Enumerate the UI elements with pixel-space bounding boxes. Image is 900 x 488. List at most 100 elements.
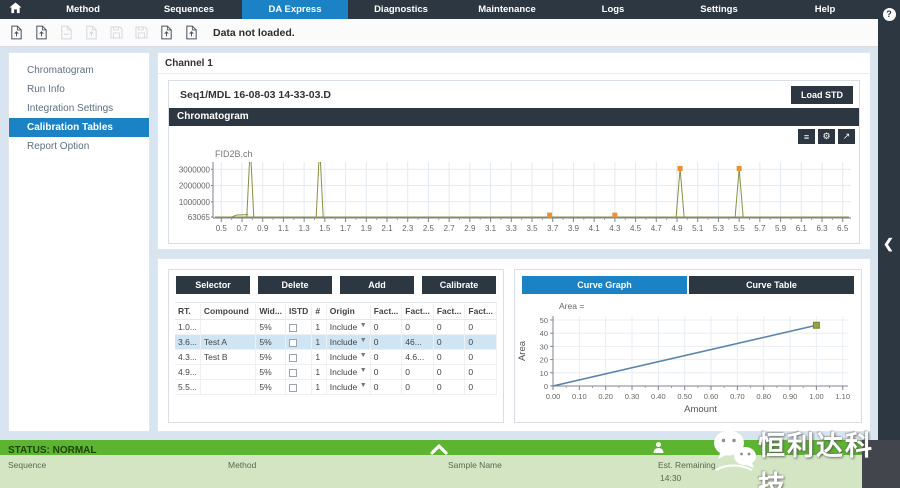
table-row[interactable]: 5.5...5%1Include▼0000 [175, 380, 497, 395]
chevron-down-icon[interactable]: ▼ [360, 352, 367, 359]
factor-cell-1[interactable]: 0 [370, 350, 402, 365]
tab-settings[interactable]: Settings [666, 0, 772, 19]
factor-cell-3[interactable]: 0 [433, 320, 465, 335]
tab-logs[interactable]: Logs [560, 0, 666, 19]
table-row[interactable]: 1.0...5%1Include▼0000 [175, 320, 497, 335]
delete-button[interactable]: Delete [258, 276, 332, 294]
tab-da-express[interactable]: DA Express [242, 0, 348, 19]
factor-cell-1[interactable]: 0 [370, 320, 402, 335]
factor-cell-4[interactable]: 0 [465, 380, 497, 395]
width-cell[interactable]: 5% [256, 350, 286, 365]
factor-cell-2[interactable]: 46... [402, 335, 434, 350]
svg-text:0.10: 0.10 [572, 392, 587, 401]
factor-cell-1[interactable]: 0 [370, 365, 402, 380]
add-button[interactable]: Add [340, 276, 414, 294]
width-cell[interactable]: 5% [256, 320, 286, 335]
svg-text:10: 10 [540, 369, 548, 378]
rt-cell[interactable]: 5.5... [175, 380, 200, 395]
calibration-table: RT.CompoundWid...ISTD#OriginFact...Fact.… [175, 302, 497, 395]
settings-gear-icon[interactable]: ⚙ [818, 129, 835, 144]
sidebar-item-integration-settings[interactable]: Integration Settings [9, 99, 149, 118]
svg-text:3.3: 3.3 [506, 224, 518, 233]
sidebar-item-run-info[interactable]: Run Info [9, 80, 149, 99]
istd-checkbox[interactable] [289, 369, 297, 377]
import-std-icon[interactable] [158, 24, 175, 41]
compound-cell[interactable]: Test A [200, 335, 255, 350]
origin-cell[interactable]: Include▼ [326, 335, 370, 350]
num-cell[interactable]: 1 [312, 320, 326, 335]
svg-text:0.7: 0.7 [236, 224, 248, 233]
num-cell[interactable]: 1 [312, 335, 326, 350]
chevron-down-icon[interactable]: ▼ [360, 382, 367, 389]
calibrate-button[interactable]: Calibrate [422, 276, 496, 294]
table-row[interactable]: 4.9...5%1Include▼0000 [175, 365, 497, 380]
width-cell[interactable]: 5% [256, 365, 286, 380]
selector-button[interactable]: Selector [176, 276, 250, 294]
rt-cell[interactable]: 4.3... [175, 350, 200, 365]
istd-checkbox[interactable] [289, 384, 297, 392]
compound-cell[interactable]: Test B [200, 350, 255, 365]
factor-cell-3[interactable]: 0 [433, 350, 465, 365]
open-data-icon[interactable] [8, 24, 25, 41]
factor-cell-4[interactable]: 0 [465, 350, 497, 365]
tab-diagnostics[interactable]: Diagnostics [348, 0, 454, 19]
istd-checkbox[interactable] [289, 354, 297, 362]
svg-text:1.3: 1.3 [299, 224, 311, 233]
num-cell[interactable]: 1 [312, 350, 326, 365]
tab-method[interactable]: Method [30, 0, 136, 19]
rt-cell[interactable]: 1.0... [175, 320, 200, 335]
collapse-panel-icon[interactable]: ❮ [883, 236, 894, 252]
origin-cell[interactable]: Include▼ [326, 380, 370, 395]
chevron-down-icon[interactable]: ▼ [360, 322, 367, 329]
open-sequence-icon[interactable] [33, 24, 50, 41]
width-cell[interactable]: 5% [256, 335, 286, 350]
factor-cell-3[interactable]: 0 [433, 335, 465, 350]
home-button[interactable] [0, 0, 30, 19]
chevron-down-icon[interactable]: ▼ [360, 337, 367, 344]
rt-cell[interactable]: 3.6... [175, 335, 200, 350]
rt-cell[interactable]: 4.9... [175, 365, 200, 380]
table-row[interactable]: 4.3...Test B5%1Include▼04.6...00 [175, 350, 497, 365]
origin-cell[interactable]: Include▼ [326, 350, 370, 365]
sidebar-item-report-option[interactable]: Report Option [9, 137, 149, 156]
status-field-est-remaining: Est. Remaining [658, 460, 716, 470]
tab-curve-graph[interactable]: Curve Graph [522, 276, 687, 294]
sidebar-item-calibration-tables[interactable]: Calibration Tables [9, 118, 149, 137]
svg-text:0: 0 [544, 382, 548, 391]
num-cell[interactable]: 1 [312, 365, 326, 380]
factor-cell-3[interactable]: 0 [433, 365, 465, 380]
import-report-icon[interactable] [183, 24, 200, 41]
factor-cell-2[interactable]: 0 [402, 380, 434, 395]
load-std-button[interactable]: Load STD [791, 86, 853, 104]
svg-text:5.9: 5.9 [775, 224, 787, 233]
tab-curve-table[interactable]: Curve Table [689, 276, 854, 294]
factor-cell-4[interactable]: 0 [465, 335, 497, 350]
compound-cell[interactable] [200, 365, 255, 380]
width-cell[interactable]: 5% [256, 380, 286, 395]
menu-icon[interactable]: ≡ [798, 129, 815, 144]
compound-cell[interactable] [200, 320, 255, 335]
factor-cell-2[interactable]: 0 [402, 365, 434, 380]
right-edge-strip: ? ❮ [878, 0, 900, 440]
compound-cell[interactable] [200, 380, 255, 395]
expand-icon[interactable]: ↗ [838, 129, 855, 144]
factor-cell-3[interactable]: 0 [433, 380, 465, 395]
factor-cell-1[interactable]: 0 [370, 335, 402, 350]
sidebar-item-chromatogram[interactable]: Chromatogram [9, 61, 149, 80]
factor-cell-2[interactable]: 0 [402, 320, 434, 335]
help-icon[interactable]: ? [883, 8, 896, 21]
istd-checkbox[interactable] [289, 324, 297, 332]
factor-cell-1[interactable]: 0 [370, 380, 402, 395]
table-row[interactable]: 3.6...Test A5%1Include▼046...00 [175, 335, 497, 350]
factor-cell-4[interactable]: 0 [465, 365, 497, 380]
istd-checkbox[interactable] [289, 339, 297, 347]
origin-cell[interactable]: Include▼ [326, 365, 370, 380]
tab-maintenance[interactable]: Maintenance [454, 0, 560, 19]
factor-cell-4[interactable]: 0 [465, 320, 497, 335]
tab-sequences[interactable]: Sequences [136, 0, 242, 19]
chevron-down-icon[interactable]: ▼ [360, 367, 367, 374]
factor-cell-2[interactable]: 4.6... [402, 350, 434, 365]
num-cell[interactable]: 1 [312, 380, 326, 395]
tab-help[interactable]: Help [772, 0, 878, 19]
origin-cell[interactable]: Include▼ [326, 320, 370, 335]
